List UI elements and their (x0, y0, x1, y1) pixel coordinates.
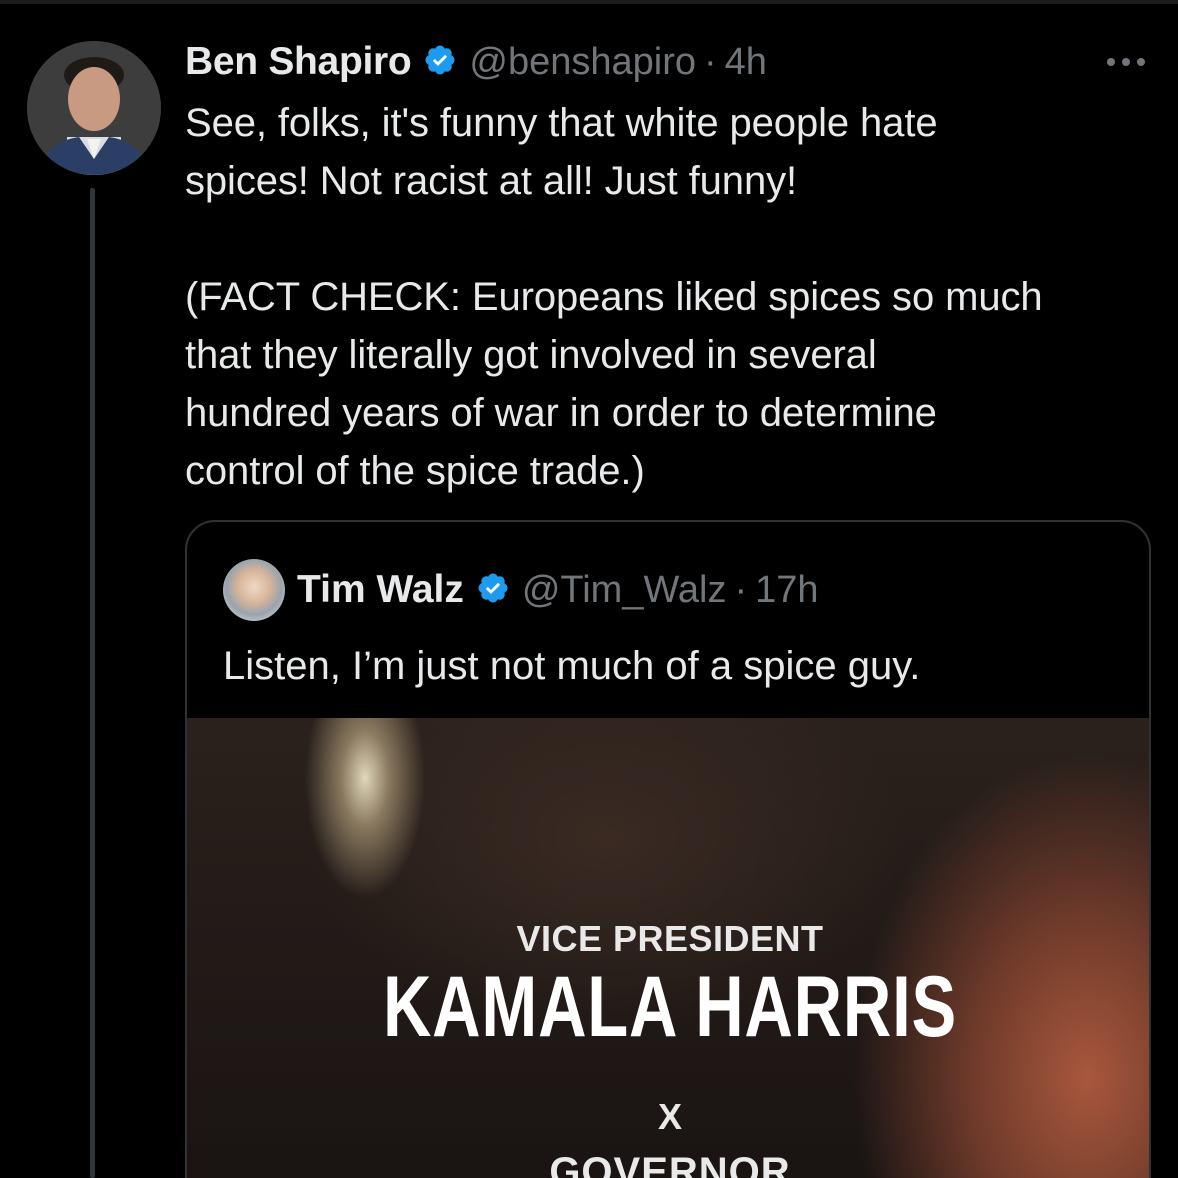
thread-connector-line (90, 188, 95, 1178)
quoted-tweet-timestamp: 17h (755, 568, 819, 611)
tweet-timestamp[interactable]: 4h (725, 41, 767, 84)
quoted-tweet-media[interactable]: VICE PRESIDENT KAMALA HARRIS X GOVERNOR (187, 718, 1149, 1178)
quoted-author-handle: @Tim_Walz (521, 568, 727, 611)
media-x-text: X (657, 1096, 682, 1137)
top-divider (0, 0, 1178, 4)
quoted-tweet-card[interactable]: Tim Walz @Tim_Walz · 17h Listen, I’m jus… (185, 520, 1151, 1178)
quoted-author-name: Tim Walz (297, 568, 464, 611)
quoted-tweet-text: Listen, I’m just not much of a spice guy… (223, 644, 921, 688)
more-dot (1122, 58, 1130, 66)
quoted-tweet-header: Tim Walz @Tim_Walz · 17h (223, 559, 819, 621)
media-title-text: KAMALA HARRIS (382, 959, 958, 1055)
media-next-line-text: GOVERNOR (549, 1150, 791, 1178)
header-separator: · (704, 40, 717, 83)
quoted-verified-badge-icon (476, 571, 510, 610)
author-avatar-image (27, 41, 161, 175)
more-dot (1137, 58, 1145, 66)
more-dot (1107, 58, 1115, 66)
author-handle[interactable]: @benshapiro (469, 41, 696, 84)
quoted-author-avatar (223, 559, 285, 621)
author-name[interactable]: Ben Shapiro (185, 40, 412, 84)
verified-badge-icon (423, 43, 457, 82)
tweet-header: Ben Shapiro @benshapiro · 4h (185, 38, 767, 86)
media-kicker-text: VICE PRESIDENT (516, 918, 824, 959)
tweet-body-text: See, folks, it's funny that white people… (185, 101, 1043, 493)
quoted-header-separator: · (734, 568, 748, 611)
author-avatar[interactable] (27, 41, 161, 175)
more-options-icon[interactable] (1098, 50, 1154, 74)
